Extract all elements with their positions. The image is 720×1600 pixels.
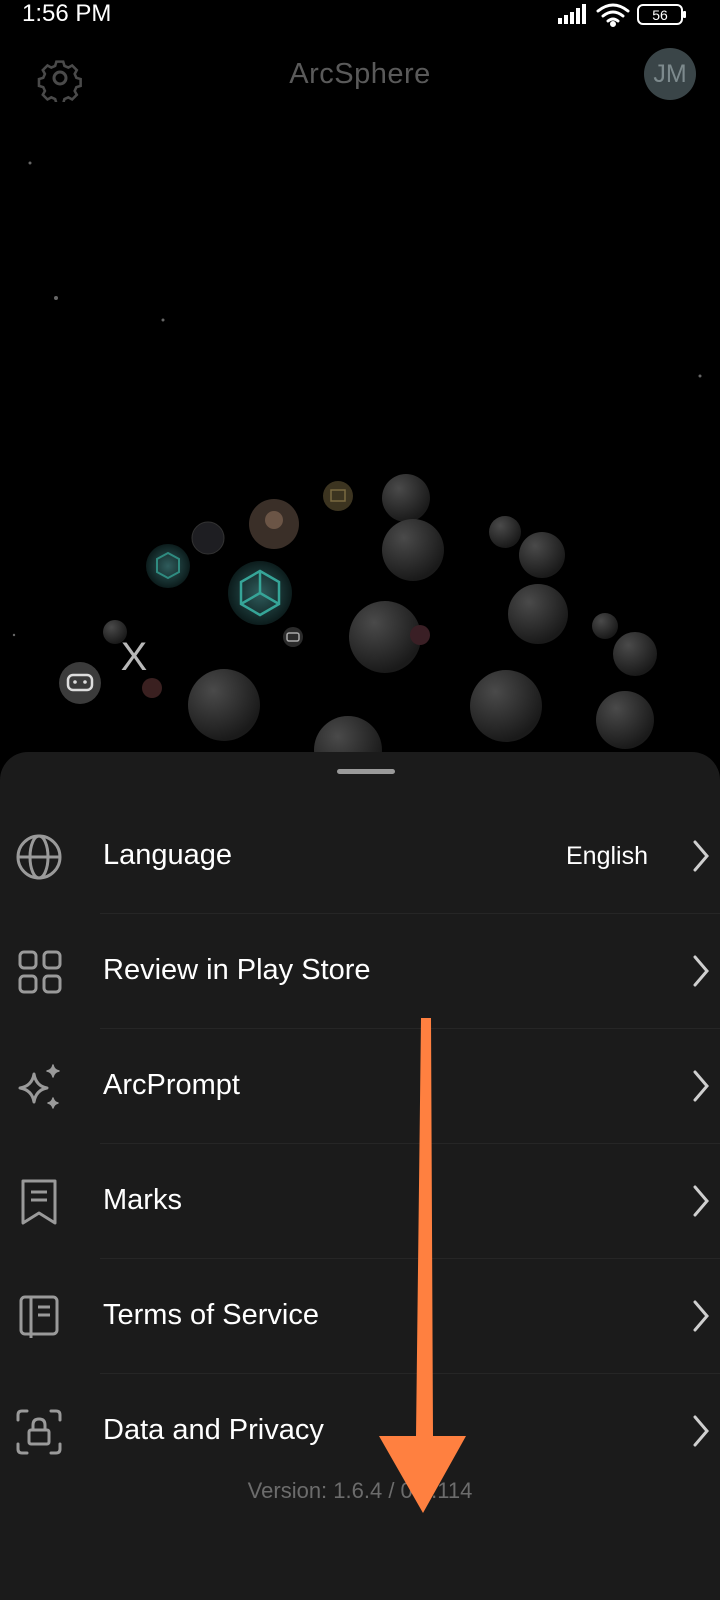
menu-item-marks[interactable]: Marks bbox=[0, 1144, 720, 1259]
bubble[interactable] bbox=[191, 521, 225, 555]
status-bar: 1:56 PM 56 bbox=[0, 0, 720, 30]
bubble[interactable] bbox=[508, 584, 568, 644]
menu-item-label: Data and Privacy bbox=[103, 1414, 324, 1446]
bubble[interactable] bbox=[59, 662, 101, 704]
version-text: Version: 1.6.4 / 0.1.114 bbox=[247, 1478, 473, 1503]
sheet-drag-handle[interactable] bbox=[337, 769, 395, 774]
menu-item-label: Review in Play Store bbox=[103, 954, 371, 986]
menu-item-label: Language bbox=[103, 839, 233, 871]
apps-grid-icon bbox=[18, 950, 62, 994]
menu-item-label: ArcPrompt bbox=[103, 1069, 240, 1101]
chevron-right-icon bbox=[693, 1300, 709, 1332]
bubble[interactable] bbox=[613, 632, 657, 676]
chevron-right-icon bbox=[693, 1185, 709, 1217]
wifi-icon bbox=[596, 3, 630, 27]
menu-item-language[interactable]: Language English bbox=[0, 799, 720, 914]
settings-sheet: Language English Review in Play Store Ar… bbox=[0, 752, 720, 1600]
bubble[interactable] bbox=[489, 516, 521, 548]
bubble[interactable] bbox=[410, 625, 430, 645]
status-time: 1:56 PM bbox=[22, 0, 112, 27]
menu-item-privacy[interactable]: Data and Privacy bbox=[0, 1374, 720, 1489]
bubble[interactable] bbox=[146, 544, 190, 588]
x-bubble-label[interactable]: X bbox=[121, 635, 148, 679]
menu-item-review[interactable]: Review in Play Store bbox=[0, 914, 720, 1029]
stars bbox=[12, 161, 702, 637]
bubble[interactable] bbox=[382, 474, 430, 522]
document-icon bbox=[19, 1295, 59, 1338]
battery-icon: 56 bbox=[637, 4, 686, 25]
sparkles-icon bbox=[18, 1064, 60, 1109]
bubble[interactable] bbox=[596, 691, 654, 749]
bubble[interactable] bbox=[349, 601, 421, 673]
menu-item-label: Marks bbox=[103, 1184, 182, 1216]
globe-icon bbox=[16, 834, 62, 880]
lock-icon bbox=[16, 1409, 62, 1455]
menu-item-label: Terms of Service bbox=[103, 1299, 319, 1331]
status-icons: 56 bbox=[550, 2, 710, 27]
signal-icon bbox=[558, 4, 586, 24]
avatar[interactable]: JM bbox=[644, 48, 696, 100]
battery-level: 56 bbox=[652, 7, 668, 23]
bubble[interactable] bbox=[142, 678, 162, 698]
language-value: English bbox=[566, 842, 648, 870]
bubble[interactable] bbox=[382, 519, 444, 581]
chevron-right-icon bbox=[693, 1415, 709, 1447]
bubble[interactable] bbox=[519, 532, 565, 578]
bubble[interactable] bbox=[470, 670, 542, 742]
chevron-right-icon bbox=[693, 1070, 709, 1102]
bubble[interactable] bbox=[592, 613, 618, 639]
menu-item-terms[interactable]: Terms of Service bbox=[0, 1259, 720, 1374]
bookmark-icon bbox=[21, 1179, 57, 1225]
bubble[interactable] bbox=[188, 669, 260, 741]
app-header: ArcSphere JM bbox=[0, 40, 720, 110]
bubble-galaxy: X bbox=[12, 161, 702, 760]
chevron-right-icon bbox=[693, 840, 709, 872]
menu-item-arcprompt[interactable]: ArcPrompt bbox=[0, 1029, 720, 1144]
bubble[interactable] bbox=[323, 481, 353, 511]
app-title: ArcSphere bbox=[289, 58, 431, 90]
bubble[interactable] bbox=[283, 627, 303, 647]
chevron-right-icon bbox=[693, 955, 709, 987]
